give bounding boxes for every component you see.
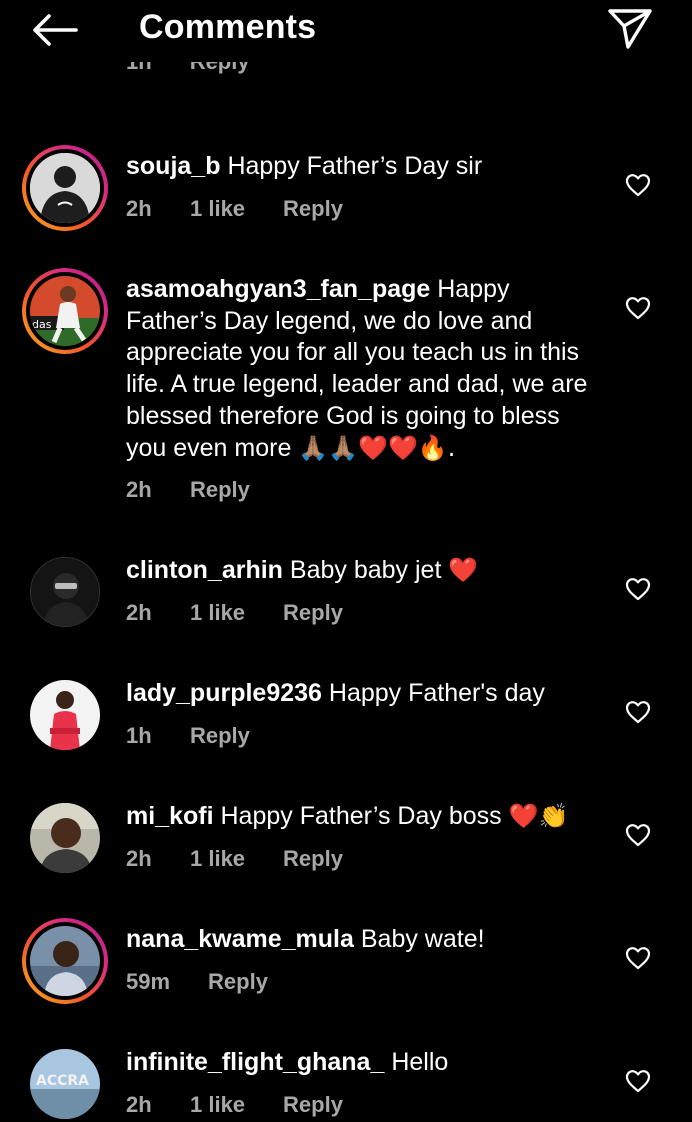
heart-outline-icon <box>625 1070 651 1093</box>
comment-time: 1h <box>126 62 152 75</box>
comment-username[interactable]: nana_kwame_mula <box>126 925 354 953</box>
top-bar: Comments <box>0 0 692 62</box>
page-title: Comments <box>139 8 317 46</box>
comment-emojis: 🙏🏽🙏🏽❤️❤️🔥. <box>298 433 456 462</box>
like-button[interactable] <box>622 819 654 851</box>
partial-comment-meta: 1h Reply <box>126 62 426 98</box>
like-button[interactable] <box>622 573 654 605</box>
heart-outline-icon <box>625 947 651 970</box>
comment-time: 2h <box>126 196 152 221</box>
avatar: ACCRA <box>30 1049 100 1119</box>
comment-username[interactable]: infinite_flight_ghana_ <box>126 1048 384 1076</box>
reply-button[interactable]: Reply <box>190 723 250 749</box>
comment-text: Hello <box>391 1048 449 1076</box>
comment-username[interactable]: clinton_arhin <box>126 556 283 584</box>
comment-time: 2h <box>126 1092 152 1117</box>
like-count[interactable]: 1 like <box>190 846 245 872</box>
story-ring[interactable]: das <box>22 268 108 354</box>
avatar <box>30 803 100 873</box>
avatar-wrapper[interactable] <box>22 795 108 881</box>
avatar <box>30 926 100 996</box>
avatar <box>30 557 100 627</box>
avatar: das <box>30 276 100 346</box>
comment-time: 2h <box>126 846 152 871</box>
reply-button[interactable]: Reply <box>190 62 250 75</box>
like-count[interactable]: 1 like <box>190 196 245 222</box>
reply-button[interactable]: Reply <box>190 477 250 503</box>
reply-button[interactable]: Reply <box>283 1092 343 1118</box>
comment-text: Happy Father’s Day boss <box>220 802 502 830</box>
comment-time: 2h <box>126 477 152 502</box>
avatar <box>30 680 100 750</box>
comment-username[interactable]: asamoahgyan3_fan_page <box>126 275 430 303</box>
comment-time: 2h <box>126 600 152 625</box>
like-count[interactable]: 1 like <box>190 600 245 626</box>
arrow-left-icon <box>33 14 78 46</box>
comment-username[interactable]: souja_b <box>126 152 220 180</box>
back-button[interactable] <box>28 8 80 52</box>
comment-time: 1h <box>126 723 152 748</box>
comment-text: Happy Father's day <box>328 679 545 707</box>
reply-button[interactable]: Reply <box>283 196 343 222</box>
heart-outline-icon <box>625 174 651 197</box>
share-button[interactable] <box>604 6 656 52</box>
comment-text: Baby wate! <box>360 925 485 953</box>
story-ring[interactable] <box>22 918 108 1004</box>
comment-text: Baby baby jet <box>289 556 442 584</box>
heart-outline-icon <box>625 578 651 601</box>
like-button[interactable] <box>622 942 654 974</box>
avatar-wrapper[interactable] <box>22 672 108 758</box>
like-button[interactable] <box>622 1065 654 1097</box>
comment-time: 59m <box>126 969 171 994</box>
comment-username[interactable]: lady_purple9236 <box>126 679 322 707</box>
avatar-wrapper[interactable]: ACCRA <box>22 1041 108 1122</box>
avatar <box>30 153 100 223</box>
heart-outline-icon <box>625 824 651 847</box>
comment-emojis: ❤️ <box>448 556 479 584</box>
like-button[interactable] <box>622 292 654 324</box>
reply-button[interactable]: Reply <box>283 600 343 626</box>
reply-button[interactable]: Reply <box>283 846 343 872</box>
avatar-text: ACCRA <box>36 1073 89 1089</box>
like-button[interactable] <box>622 696 654 728</box>
like-count[interactable]: 1 like <box>190 1092 245 1118</box>
comment-username[interactable]: mi_kofi <box>126 802 214 830</box>
avatar-wrapper[interactable] <box>22 549 108 635</box>
comment-emojis: ❤️👏 <box>508 802 569 830</box>
avatar-text: das <box>32 318 52 331</box>
reply-button[interactable]: Reply <box>208 969 268 995</box>
heart-outline-icon <box>625 701 651 724</box>
comment-text: Happy Father’s Day sir <box>227 152 483 180</box>
paper-plane-icon <box>608 9 652 49</box>
like-button[interactable] <box>622 169 654 201</box>
story-ring[interactable] <box>22 145 108 231</box>
heart-outline-icon <box>625 297 651 320</box>
